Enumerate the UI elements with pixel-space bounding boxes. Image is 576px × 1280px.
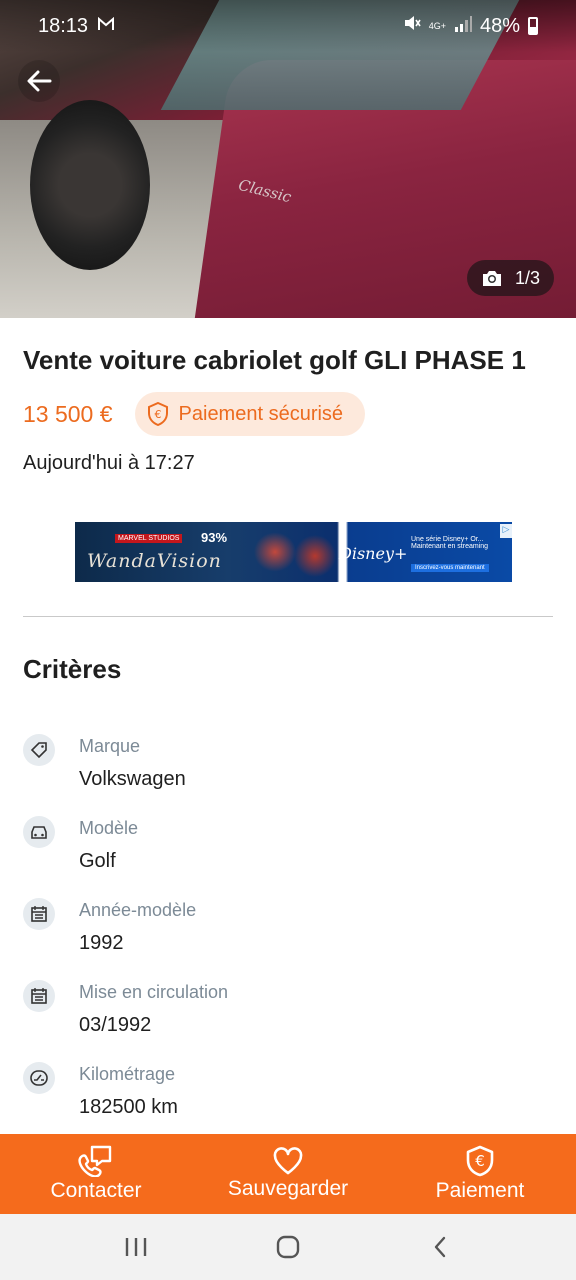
network-label: 4G+ — [428, 20, 446, 31]
listing-price: 13 500 € — [23, 400, 113, 427]
payment-button[interactable]: € Paiement — [384, 1134, 576, 1214]
recent-apps-icon — [125, 1238, 147, 1256]
calendar-icon — [23, 980, 55, 1012]
svg-text:€: € — [154, 408, 161, 421]
criteria-value: 1992 — [79, 932, 124, 954]
status-bar: 18:13 4G+ 48% — [0, 0, 576, 52]
shield-euro-icon: € — [147, 402, 168, 426]
listing-date: Aujourd'hui à 17:27 — [23, 452, 195, 474]
heart-icon — [273, 1147, 303, 1175]
criteria-label: Kilométrage — [79, 1064, 176, 1084]
chevron-left-icon — [434, 1236, 446, 1258]
criteria-value: 182500 km — [79, 1096, 178, 1118]
criteria-label: Marque — [79, 736, 141, 756]
battery-icon — [528, 17, 538, 35]
speedometer-icon — [23, 1062, 55, 1094]
criteria-value: 03/1992 — [79, 1014, 152, 1036]
adchoices-icon[interactable]: ▷ — [500, 524, 512, 538]
criteria-title: Critères — [23, 654, 122, 684]
payment-label: Paiement — [435, 1179, 525, 1202]
gmail-icon — [98, 16, 115, 36]
criteria-label: Année-modèle — [79, 900, 197, 920]
svg-text:€: € — [475, 1152, 485, 1170]
status-time: 18:13 — [38, 14, 89, 37]
status-right: 4G+ 48% — [403, 14, 538, 38]
listing-title: Vente voiture cabriolet golf GLI PHASE 1 — [23, 345, 526, 375]
shield-euro-icon: € — [466, 1145, 494, 1177]
photo-car-wheel — [30, 100, 150, 270]
ad-cta[interactable]: Inscrivez-vous maintenant — [411, 564, 489, 572]
ad-score: 93% — [201, 530, 228, 545]
home-button[interactable] — [258, 1227, 318, 1267]
ad-brand: MARVEL STUDIOS — [115, 534, 183, 543]
camera-icon — [482, 271, 501, 286]
criteria-item-model: Modèle Golf — [23, 812, 553, 882]
criteria-item-mileage: Kilométrage 182500 km — [23, 1058, 553, 1128]
ad-banner[interactable]: MARVEL STUDIOS WandaVision 93% Disney+ U… — [75, 522, 512, 582]
system-nav-bar — [0, 1214, 576, 1280]
arrow-left-icon — [27, 70, 52, 92]
battery-percent: 48% — [479, 14, 520, 37]
criteria-item-brand: Marque Volkswagen — [23, 730, 553, 800]
price-row: 13 500 € € Paiement sécurisé — [23, 392, 366, 436]
save-button[interactable]: Sauvegarder — [192, 1134, 384, 1214]
criteria-value: Volkswagen — [79, 768, 186, 790]
recent-apps-button[interactable] — [106, 1227, 166, 1267]
save-label: Sauvegarder — [227, 1177, 349, 1200]
ad-characters — [245, 522, 345, 582]
back-button[interactable] — [18, 60, 60, 102]
photo-counter-text: 1/3 — [514, 267, 540, 288]
contact-button[interactable]: Contacter — [0, 1134, 192, 1214]
criteria-label: Mise en circulation — [79, 982, 229, 1002]
signal-icon — [454, 15, 472, 38]
contact-label: Contacter — [50, 1179, 142, 1202]
criteria-item-registration: Mise en circulation 03/1992 — [23, 976, 553, 1046]
action-bar: Contacter Sauvegarder € Paiement — [0, 1134, 576, 1214]
secure-badge-label: Paiement sécurisé — [178, 402, 344, 425]
ad-tagline: Une série Disney+ Or... Maintenant en st… — [411, 536, 489, 550]
nav-back-button[interactable] — [410, 1227, 470, 1267]
divider — [23, 616, 553, 617]
car-icon — [23, 816, 55, 848]
photo-counter[interactable]: 1/3 — [466, 260, 554, 296]
criteria-label: Modèle — [79, 818, 139, 838]
home-icon — [276, 1235, 300, 1259]
mute-icon — [403, 14, 421, 38]
phone-chat-icon — [78, 1145, 112, 1177]
ad-title: WandaVision — [87, 550, 222, 572]
criteria-item-model-year: Année-modèle 1992 — [23, 894, 553, 964]
tag-icon — [23, 734, 55, 766]
criteria-value: Golf — [79, 850, 116, 872]
calendar-icon — [23, 898, 55, 930]
secure-payment-badge[interactable]: € Paiement sécurisé — [134, 392, 366, 436]
listing-page: Classic 18:13 4G+ 48% 1/3 Vente voiture … — [0, 0, 576, 1280]
ad-platform: Disney+ — [339, 544, 408, 563]
